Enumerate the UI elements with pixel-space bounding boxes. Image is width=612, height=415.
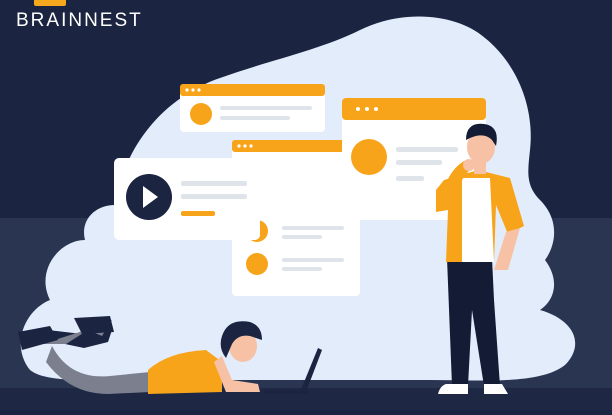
- logo-accent-bar: [34, 0, 66, 6]
- brand-logo-text: BRAINNEST: [16, 10, 143, 31]
- hero-illustration: BRAINNEST: [0, 0, 612, 410]
- card-avatar-circle: [190, 103, 212, 125]
- illustration-canvas: [0, 16, 612, 410]
- video-card: [114, 158, 260, 240]
- content-card-top: [180, 84, 325, 132]
